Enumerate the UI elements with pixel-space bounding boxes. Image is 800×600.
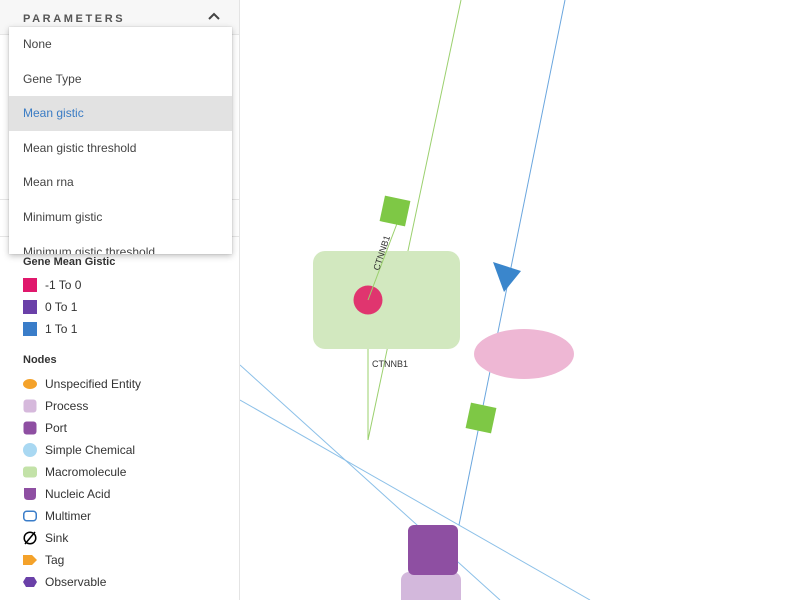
macromolecule-label: CTNNB1 (372, 359, 408, 369)
dropdown-option-minimum-gistic-threshold[interactable]: Minimum gistic threshold (9, 235, 232, 254)
sidebar: PARAMETERS None Gene Type Mean gistic Me… (0, 0, 240, 600)
dropdown-option-minimum-gistic[interactable]: Minimum gistic (9, 200, 232, 235)
rounded-square-icon (23, 421, 37, 435)
nucleic-acid-icon (23, 487, 37, 501)
legend-item: Port (23, 420, 67, 436)
chevron-up-icon[interactable] (206, 9, 222, 23)
dropdown-option-gene-type[interactable]: Gene Type (9, 62, 232, 97)
dropdown-option-none[interactable]: None (9, 27, 232, 62)
legend-item: 0 To 1 (23, 299, 77, 315)
dropdown-option-mean-rna[interactable]: Mean rna (9, 165, 232, 200)
unspecified-entity-node[interactable] (474, 329, 574, 379)
legend-item: Unspecified Entity (23, 376, 141, 392)
sink-icon (23, 531, 37, 545)
tag-icon (23, 553, 37, 567)
arrow-head-icon (493, 262, 521, 292)
legend-item: Process (23, 398, 88, 414)
process-node[interactable] (379, 195, 411, 227)
legend-item: Observable (23, 574, 106, 590)
rounded-square-icon (23, 399, 37, 413)
hexagon-icon (23, 575, 37, 589)
legend-item: Multimer (23, 508, 91, 524)
dropdown-option-mean-gistic[interactable]: Mean gistic (9, 96, 232, 131)
legend-item: Sink (23, 530, 68, 546)
color-swatch (23, 278, 37, 292)
port-node[interactable] (408, 525, 458, 575)
macromolecule-node[interactable] (313, 251, 460, 349)
legend-item: -1 To 0 (23, 277, 81, 293)
legend-item: Macromolecule (23, 464, 126, 480)
ellipse-icon (23, 377, 37, 391)
edge[interactable] (240, 364, 501, 600)
rounded-rect-icon (23, 465, 37, 479)
process-node[interactable] (465, 402, 497, 434)
process-node[interactable] (401, 572, 461, 600)
edge[interactable] (458, 0, 566, 526)
pathway-graph[interactable]: CTNNB1 CTNNB1 (240, 0, 800, 600)
multimer-icon (23, 509, 37, 523)
nodes-legend-title: Nodes (23, 354, 57, 366)
dropdown-option-mean-gistic-threshold[interactable]: Mean gistic threshold (9, 131, 232, 166)
color-swatch (23, 300, 37, 314)
legend-item: Simple Chemical (23, 442, 135, 458)
pathway-graph-canvas[interactable]: CTNNB1 CTNNB1 (240, 0, 800, 600)
circle-icon (23, 443, 37, 457)
legend-item: Tag (23, 552, 64, 568)
parameter-dropdown-menu[interactable]: None Gene Type Mean gistic Mean gistic t… (9, 27, 232, 254)
color-swatch (23, 322, 37, 336)
parameters-title: PARAMETERS (23, 13, 126, 25)
legend-item: 1 To 1 (23, 321, 77, 337)
gene-legend-title: Gene Mean Gistic (23, 256, 116, 268)
legend-item: Nucleic Acid (23, 486, 110, 502)
